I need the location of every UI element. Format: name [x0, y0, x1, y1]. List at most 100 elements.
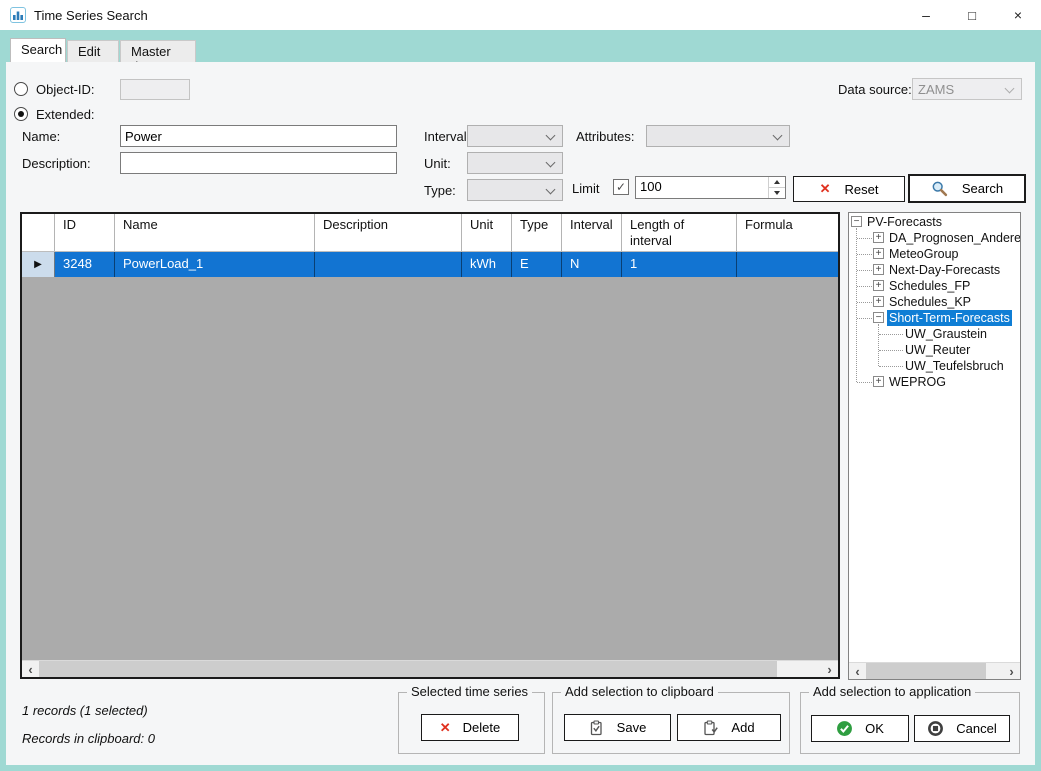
tree-expand-icon[interactable]: +: [873, 296, 884, 307]
save-button[interactable]: Save: [564, 714, 671, 741]
type-select[interactable]: [467, 179, 563, 201]
column-header-name[interactable]: Name: [115, 214, 315, 251]
tree-item-label[interactable]: Schedules_FP: [887, 278, 972, 294]
tree-expand-icon[interactable]: +: [873, 232, 884, 243]
tab-master-data[interactable]: Master data: [120, 40, 196, 74]
close-icon[interactable]: ×: [995, 0, 1041, 30]
scroll-right-icon[interactable]: ›: [1003, 663, 1020, 679]
attributes-select[interactable]: [646, 125, 790, 147]
object-id-radio[interactable]: [14, 82, 28, 96]
row-selector-cell[interactable]: ▶: [22, 252, 55, 277]
tree-horizontal-scrollbar[interactable]: ‹ ›: [849, 662, 1020, 679]
data-source-select[interactable]: ZAMS: [912, 78, 1022, 100]
spinner-up-icon[interactable]: [769, 177, 785, 188]
results-table: ID Name Description Unit Type Interval L…: [20, 212, 840, 679]
tree-expand-icon[interactable]: +: [873, 280, 884, 291]
name-input[interactable]: [120, 125, 397, 147]
table-row[interactable]: ▶ 3248 PowerLoad_1 kWh E N 1: [22, 252, 838, 277]
cell-unit[interactable]: kWh: [462, 252, 512, 277]
tree-item-label[interactable]: DA_Prognosen_Andere_: [887, 230, 1020, 246]
tree-item-weprog[interactable]: + WEPROG: [849, 374, 1020, 390]
tree-item-da-prognosen[interactable]: + DA_Prognosen_Andere_: [849, 230, 1020, 246]
cancel-stop-icon: [928, 721, 944, 736]
tree-collapse-icon[interactable]: −: [873, 312, 884, 323]
column-header-formula[interactable]: Formula: [737, 214, 838, 251]
object-id-input[interactable]: [120, 79, 190, 100]
tree-item-label[interactable]: UW_Teufelsbruch: [903, 358, 1006, 374]
tree-item-pv-forecasts[interactable]: − PV-Forecasts: [849, 214, 1020, 230]
reset-button[interactable]: ✕ Reset: [793, 176, 905, 202]
cell-id[interactable]: 3248: [55, 252, 115, 277]
chevron-down-icon: [545, 157, 556, 168]
interval-select[interactable]: [467, 125, 563, 147]
group-title: Add selection to clipboard: [561, 684, 718, 699]
column-header-interval[interactable]: Interval: [562, 214, 622, 251]
ok-button[interactable]: OK: [811, 715, 909, 742]
tree-item-label[interactable]: PV-Forecasts: [865, 214, 944, 230]
cell-interval[interactable]: N: [562, 252, 622, 277]
cell-length-of-interval[interactable]: 1: [622, 252, 737, 277]
search-button[interactable]: Search: [908, 174, 1026, 203]
spinner-down-icon[interactable]: [769, 188, 785, 198]
scroll-left-icon[interactable]: ‹: [22, 661, 39, 677]
delete-button[interactable]: ✕ Delete: [421, 714, 519, 741]
tree-item-uw-reuter[interactable]: UW_Reuter: [849, 342, 1020, 358]
tree-item-next-day-forecasts[interactable]: + Next-Day-Forecasts: [849, 262, 1020, 278]
tree-item-label[interactable]: WEPROG: [887, 374, 948, 390]
unit-label: Unit:: [424, 156, 451, 171]
tree-item-label-selected[interactable]: Short-Term-Forecasts: [887, 310, 1012, 326]
minimize-icon[interactable]: –: [903, 0, 949, 30]
tree-collapse-icon[interactable]: −: [851, 216, 862, 227]
maximize-icon[interactable]: □: [949, 0, 995, 30]
tree-item-label[interactable]: UW_Reuter: [903, 342, 972, 358]
tree-item-schedules-fp[interactable]: + Schedules_FP: [849, 278, 1020, 294]
tab-strip: Search Edit Master data: [0, 30, 1041, 74]
chevron-down-icon: [545, 130, 556, 141]
column-header-type[interactable]: Type: [512, 214, 562, 251]
type-label: Type:: [424, 183, 456, 198]
cell-type[interactable]: E: [512, 252, 562, 277]
scrollbar-thumb[interactable]: [866, 663, 986, 679]
object-id-label: Object-ID:: [36, 82, 95, 97]
scroll-right-icon[interactable]: ›: [821, 661, 838, 677]
add-button[interactable]: Add: [677, 714, 781, 741]
row-selector-header[interactable]: [22, 214, 55, 251]
column-header-unit[interactable]: Unit: [462, 214, 512, 251]
table-header-row: ID Name Description Unit Type Interval L…: [22, 214, 838, 252]
description-input[interactable]: [120, 152, 397, 174]
magnifier-icon: [932, 181, 948, 197]
group-title: Selected time series: [407, 684, 533, 699]
tree-expand-icon[interactable]: +: [873, 376, 884, 387]
add-button-label: Add: [731, 720, 755, 735]
column-header-id[interactable]: ID: [55, 214, 115, 251]
table-horizontal-scrollbar[interactable]: ‹ ›: [22, 660, 838, 677]
cell-description[interactable]: [315, 252, 462, 277]
tab-edit[interactable]: Edit: [67, 40, 119, 62]
tree-item-uw-graustein[interactable]: UW_Graustein: [849, 326, 1020, 342]
limit-checkbox[interactable]: ✓: [613, 179, 629, 195]
cancel-button-label: Cancel: [956, 721, 997, 736]
tree-item-label[interactable]: MeteoGroup: [887, 246, 960, 262]
window-title: Time Series Search: [34, 7, 148, 23]
column-header-description[interactable]: Description: [315, 214, 462, 251]
tree-item-uw-teufelsbruch[interactable]: UW_Teufelsbruch: [849, 358, 1020, 374]
tree-item-meteogroup[interactable]: + MeteoGroup: [849, 246, 1020, 262]
tree-item-label[interactable]: Schedules_KP: [887, 294, 973, 310]
extended-radio[interactable]: [14, 107, 28, 121]
limit-value-input[interactable]: [640, 179, 760, 194]
scrollbar-thumb[interactable]: [39, 661, 777, 677]
tree-expand-icon[interactable]: +: [873, 248, 884, 259]
cancel-button[interactable]: Cancel: [914, 715, 1010, 742]
cell-formula[interactable]: [737, 252, 838, 277]
tree-expand-icon[interactable]: +: [873, 264, 884, 275]
tree-item-short-term-forecasts[interactable]: − Short-Term-Forecasts: [849, 310, 1020, 326]
unit-select[interactable]: [467, 152, 563, 174]
scroll-left-icon[interactable]: ‹: [849, 663, 866, 679]
column-header-length-of-interval[interactable]: Length of interval: [622, 214, 737, 251]
tree-item-label[interactable]: UW_Graustein: [903, 326, 989, 342]
cell-name[interactable]: PowerLoad_1: [115, 252, 315, 277]
current-row-triangle-icon: ▶: [34, 259, 42, 270]
tab-search[interactable]: Search: [10, 38, 66, 62]
tree-item-label[interactable]: Next-Day-Forecasts: [887, 262, 1002, 278]
tree-item-schedules-kp[interactable]: + Schedules_KP: [849, 294, 1020, 310]
